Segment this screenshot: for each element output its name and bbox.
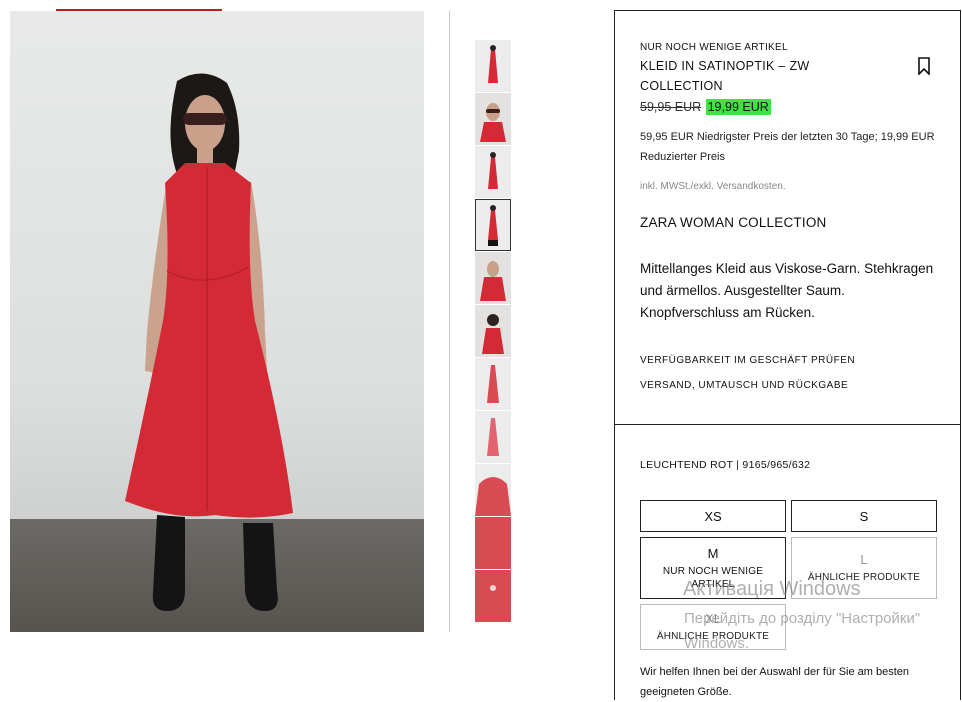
size-option-xs[interactable]: XS	[640, 500, 786, 532]
thumbnail-back[interactable]	[475, 305, 511, 357]
shipping-returns-link[interactable]: VERSAND, UMTAUSCH UND RÜCKGABE	[640, 380, 848, 391]
thumbnail-front[interactable]	[475, 40, 511, 92]
windows-activation-subtitle-2: Windows.	[684, 635, 750, 652]
thumbnail-portrait[interactable]	[475, 93, 511, 145]
product-description: Mittellanges Kleid aus Viskose-Garn. Ste…	[640, 261, 934, 320]
price-history-note: 59,95 EUR Niedrigster Preis der letzten …	[640, 131, 935, 163]
color-reference: LEUCHTEND ROT | 9165/965/632	[640, 459, 811, 471]
thumbnail-strip	[475, 40, 511, 623]
product-title-line-2: COLLECTION	[640, 79, 723, 93]
sale-price: 19,99 EUR	[705, 99, 771, 115]
product-main-image[interactable]	[10, 11, 424, 632]
bookmark-icon[interactable]	[917, 57, 931, 75]
windows-activation-title: Активація Windows	[683, 578, 861, 600]
model-in-red-dress	[125, 73, 293, 611]
thumbnail-detail-button[interactable]	[475, 570, 511, 622]
size-option-s[interactable]: S	[791, 500, 937, 532]
thumbnail-full-dark[interactable]	[475, 199, 511, 251]
thumbnail-product-flat-2[interactable]	[475, 411, 511, 463]
size-label: M	[707, 545, 719, 561]
product-title-line-1: KLEID IN SATINOPTIK – ZW	[640, 59, 810, 73]
thumbnail-detail-fabric[interactable]	[475, 517, 511, 569]
old-price: 59,95 EUR	[640, 100, 702, 114]
windows-activation-subtitle: Перейдіть до розділу "Настройки"	[684, 610, 921, 627]
panel-section-divider	[614, 424, 961, 425]
thumbnail-seated[interactable]	[475, 252, 511, 304]
price-row: 59,95 EUR 19,99 EUR	[640, 98, 771, 116]
thumbnail-detail-collar[interactable]	[475, 464, 511, 516]
gallery-divider	[449, 11, 450, 632]
thumbnail-product-flat[interactable]	[475, 358, 511, 410]
size-help-text: Wir helfen Ihnen bei der Auswahl der für…	[640, 666, 910, 698]
tax-note: inkl. MWSt./exkl. Versandkosten.	[640, 181, 786, 192]
size-label: XS	[704, 508, 722, 524]
size-label: S	[859, 508, 869, 524]
size-label: L	[860, 552, 868, 567]
thumbnail-side[interactable]	[475, 146, 511, 198]
collection-name: ZARA WOMAN COLLECTION	[640, 215, 827, 230]
store-availability-link[interactable]: VERFÜGBARKEIT IM GESCHÄFT PRÜFEN	[640, 355, 855, 366]
availability-badge: NUR NOCH WENIGE ARTIKEL	[640, 42, 788, 53]
